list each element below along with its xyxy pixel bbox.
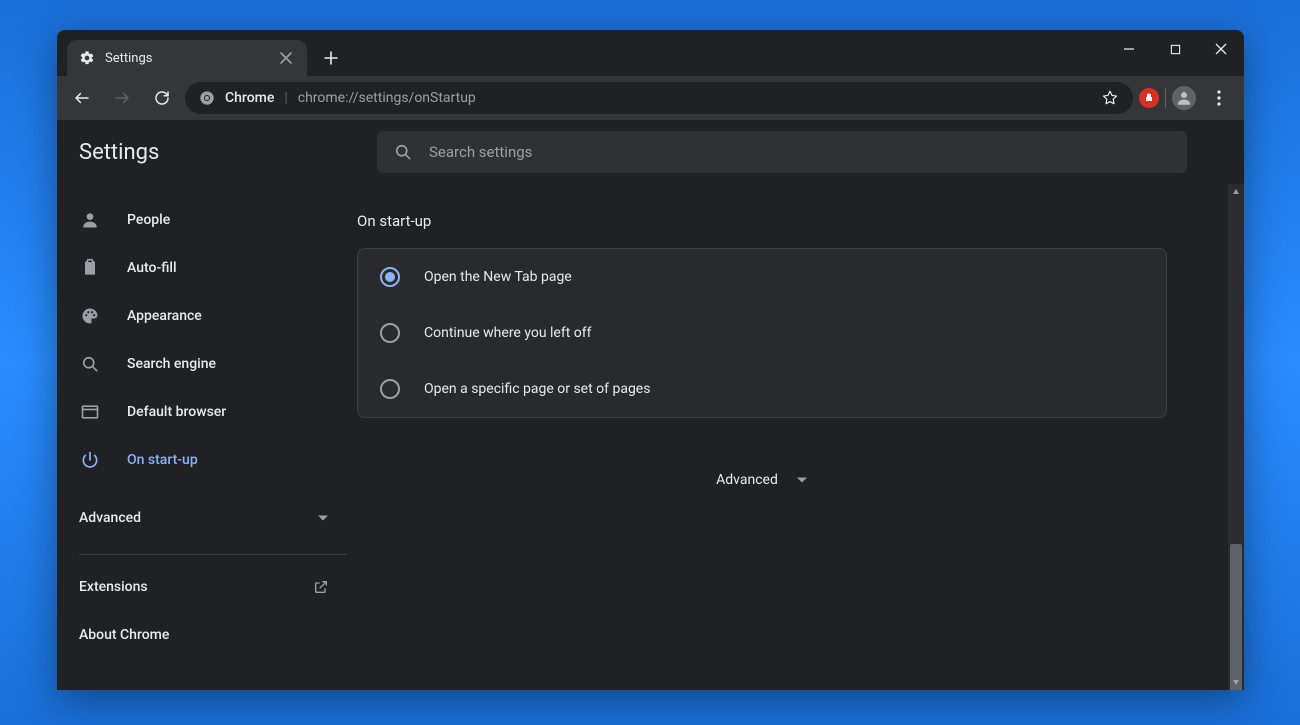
sidebar-item-autofill[interactable]: Auto-fill bbox=[57, 244, 357, 292]
omnibox-chip: Chrome bbox=[225, 90, 274, 106]
search-input[interactable] bbox=[429, 143, 1171, 161]
maximize-button[interactable] bbox=[1152, 30, 1198, 68]
external-link-icon bbox=[313, 579, 329, 595]
chevron-down-icon bbox=[317, 512, 329, 524]
bookmark-star-icon[interactable] bbox=[1101, 89, 1119, 107]
omnibox[interactable]: Chrome | chrome://settings/onStartup bbox=[185, 82, 1133, 114]
kebab-menu-icon[interactable] bbox=[1202, 81, 1236, 115]
sidebar-item-default-browser[interactable]: Default browser bbox=[57, 388, 357, 436]
sidebar-item-on-startup[interactable]: On start-up bbox=[57, 436, 357, 484]
sidebar-link-about[interactable]: About Chrome bbox=[57, 611, 357, 659]
radio-label: Open a specific page or set of pages bbox=[424, 381, 650, 397]
sidebar-link-label: About Chrome bbox=[79, 627, 169, 643]
tab-settings[interactable]: Settings bbox=[67, 40, 307, 76]
palette-icon bbox=[79, 305, 101, 327]
sidebar-link-label: Extensions bbox=[79, 579, 148, 595]
sidebar-item-label: Search engine bbox=[127, 356, 216, 372]
forward-button[interactable] bbox=[105, 81, 139, 115]
omnibox-url: chrome://settings/onStartup bbox=[298, 90, 476, 106]
settings-search[interactable] bbox=[377, 131, 1187, 173]
scrollbar-thumb[interactable] bbox=[1230, 544, 1242, 690]
search-icon bbox=[393, 142, 413, 162]
close-tab-icon[interactable] bbox=[277, 49, 295, 67]
sidebar-link-extensions[interactable]: Extensions bbox=[57, 563, 357, 611]
content-area: Settings People bbox=[57, 120, 1244, 690]
power-icon bbox=[79, 449, 101, 471]
titlebar: Settings bbox=[57, 30, 1244, 76]
radio-icon[interactable] bbox=[380, 267, 400, 287]
scroll-down-arrow-icon[interactable] bbox=[1228, 674, 1244, 690]
person-icon bbox=[79, 209, 101, 231]
sidebar-item-search-engine[interactable]: Search engine bbox=[57, 340, 357, 388]
radio-label: Continue where you left off bbox=[424, 325, 592, 341]
sidebar-item-label: Default browser bbox=[127, 404, 226, 420]
new-tab-button[interactable] bbox=[317, 44, 345, 72]
back-button[interactable] bbox=[65, 81, 99, 115]
profile-avatar[interactable] bbox=[1172, 86, 1196, 110]
sidebar-advanced-label: Advanced bbox=[79, 510, 141, 526]
toolbar: Chrome | chrome://settings/onStartup bbox=[57, 76, 1244, 120]
radio-label: Open the New Tab page bbox=[424, 269, 572, 285]
vertical-scrollbar[interactable] bbox=[1228, 184, 1244, 690]
startup-option-continue[interactable]: Continue where you left off bbox=[358, 305, 1166, 361]
sidebar-item-label: Auto-fill bbox=[127, 260, 177, 276]
startup-option-specific-pages[interactable]: Open a specific page or set of pages bbox=[358, 361, 1166, 417]
sidebar-item-label: People bbox=[127, 212, 170, 228]
chrome-window: Settings bbox=[57, 30, 1244, 690]
tab-title: Settings bbox=[105, 51, 152, 66]
sidebar-advanced-toggle[interactable]: Advanced bbox=[57, 494, 357, 542]
startup-options-card: Open the New Tab page Continue where you… bbox=[357, 248, 1167, 418]
omnibox-separator: | bbox=[284, 90, 287, 106]
sidebar: People Auto-fill Appearance bbox=[57, 184, 357, 690]
minimize-button[interactable] bbox=[1106, 30, 1152, 68]
extension-badge-icon[interactable] bbox=[1139, 88, 1159, 108]
body: People Auto-fill Appearance bbox=[57, 184, 1244, 690]
radio-icon[interactable] bbox=[380, 323, 400, 343]
gear-icon bbox=[79, 50, 95, 66]
close-window-button[interactable] bbox=[1198, 30, 1244, 68]
clipboard-icon bbox=[79, 257, 101, 279]
reload-button[interactable] bbox=[145, 81, 179, 115]
settings-header: Settings bbox=[57, 120, 1244, 184]
sidebar-item-label: Appearance bbox=[127, 308, 202, 324]
toolbar-divider bbox=[1165, 88, 1166, 108]
main-advanced-label: Advanced bbox=[716, 472, 778, 488]
window-controls bbox=[1106, 30, 1244, 68]
page-title: Settings bbox=[79, 140, 377, 165]
scroll-up-arrow-icon[interactable] bbox=[1228, 184, 1244, 200]
section-title: On start-up bbox=[357, 212, 1244, 230]
search-icon bbox=[79, 353, 101, 375]
sidebar-item-appearance[interactable]: Appearance bbox=[57, 292, 357, 340]
browser-window-icon bbox=[79, 401, 101, 423]
chrome-favicon-icon bbox=[199, 90, 215, 106]
main: On start-up Open the New Tab page Contin… bbox=[357, 184, 1244, 690]
radio-icon[interactable] bbox=[380, 379, 400, 399]
startup-option-new-tab[interactable]: Open the New Tab page bbox=[358, 249, 1166, 305]
sidebar-item-label: On start-up bbox=[127, 452, 198, 468]
chevron-down-icon bbox=[796, 474, 808, 486]
sidebar-divider bbox=[79, 554, 347, 555]
sidebar-item-people[interactable]: People bbox=[57, 196, 357, 244]
main-advanced-toggle[interactable]: Advanced bbox=[357, 450, 1167, 510]
